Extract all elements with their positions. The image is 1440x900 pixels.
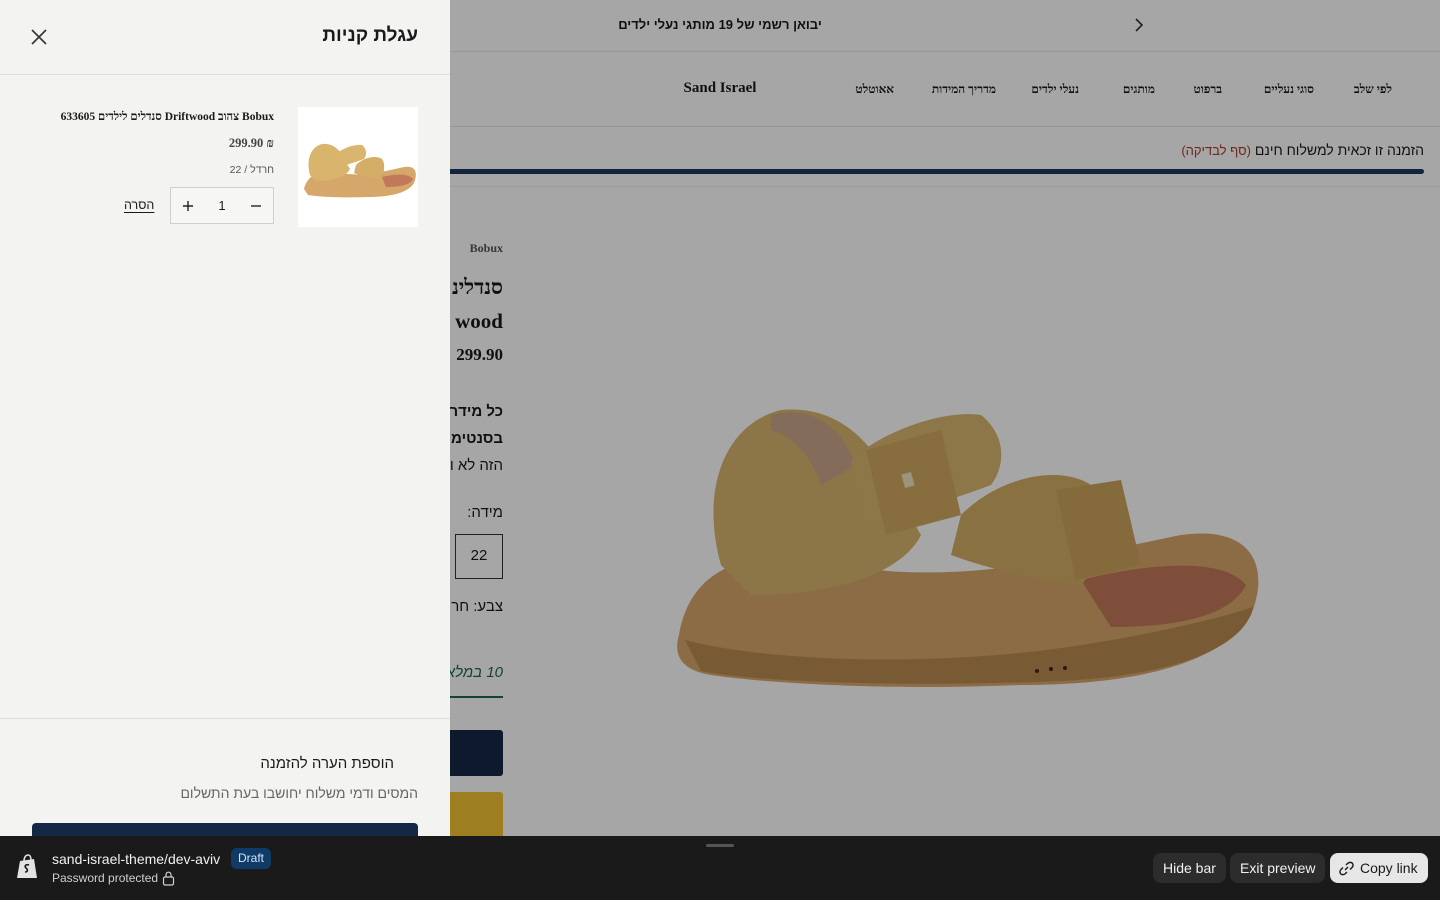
password-protected-text: Password protected [52,871,159,885]
cart-drawer: עגלת קניות סנדלים לילדים 633605 Driftwoo… [0,0,450,836]
cart-item-price: 299.90 ₪ [228,136,274,150]
cart-item-variant: 22 / חרדל [229,164,274,176]
link-icon [1339,861,1354,876]
cart-item-image[interactable] [298,107,418,227]
cart-drawer-footer: הוספת הערה להזמנה המסים ודמי משלוח יחושב… [0,718,450,836]
exit-preview-button[interactable]: Exit preview [1230,853,1326,883]
theme-name: sand-israel-theme/dev-aviv [52,851,221,867]
close-icon[interactable] [29,27,49,47]
quantity-stepper: 1 [170,187,274,224]
decrease-quantity-button[interactable] [239,188,273,223]
plus-icon [183,200,193,211]
remove-item-link[interactable]: הסרה [124,198,154,212]
quantity-input[interactable]: 1 [205,188,239,223]
cart-item-sandal-thumb [304,143,416,198]
shopify-preview-bar: sand-israel-theme/dev-aviv Draft Passwor… [0,836,1440,900]
drag-handle[interactable] [706,844,734,847]
lock-icon [162,871,175,886]
minus-icon [251,204,261,207]
increase-quantity-button[interactable] [171,188,205,223]
copy-link-label: Copy link [1360,860,1418,876]
cart-title: עגלת קניות [322,25,418,46]
hide-bar-button[interactable]: Hide bar [1153,853,1226,883]
add-order-note-link[interactable]: הוספת הערה להזמנה [260,755,394,772]
tax-shipping-note: המסים ודמי משלוח יחושבו בעת התשלום [180,785,418,801]
draft-badge: Draft [231,848,272,869]
cart-item-title[interactable]: סנדלים לילדים 633605 Driftwood צהוב Bobu… [34,111,274,123]
checkout-button[interactable] [32,823,418,836]
copy-link-button[interactable]: Copy link [1330,853,1428,883]
shopify-bag-icon [17,854,37,878]
cart-drawer-header: עגלת קניות [0,0,450,75]
